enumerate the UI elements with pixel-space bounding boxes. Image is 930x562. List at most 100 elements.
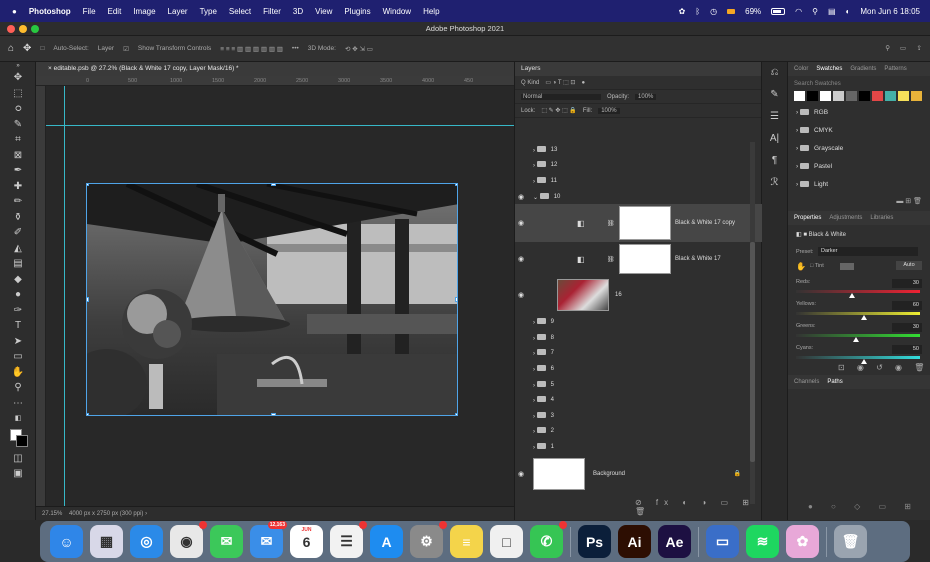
whatsapp-icon[interactable]: ✆ xyxy=(530,521,567,558)
visibility-eye-icon[interactable]: ◉ xyxy=(518,470,524,478)
system-preferences-icon[interactable]: ⚙ xyxy=(410,521,447,558)
visibility-eye-icon[interactable]: ◉ xyxy=(518,255,524,263)
swatch-actions[interactable]: ▬ ⊞ 🗑 xyxy=(788,193,930,211)
swatch-search[interactable]: Search Swatches xyxy=(788,76,930,91)
menu-image[interactable]: Image xyxy=(133,7,155,16)
properties-actions[interactable]: ⊡ ◉ ↺ ◉ 🗑 xyxy=(838,363,929,372)
layer-row[interactable]: › 5 xyxy=(515,377,763,393)
brush-tool-icon[interactable]: ✏ xyxy=(0,194,36,210)
after-effects-icon[interactable]: Ae xyxy=(658,525,691,558)
layer-row[interactable]: › 1 xyxy=(515,439,763,455)
finder-icon[interactable]: ☺ xyxy=(50,525,83,558)
menu-3d[interactable]: 3D xyxy=(293,7,303,16)
layer-row[interactable]: › 12 xyxy=(515,158,763,174)
opacity-input[interactable]: 100% xyxy=(635,93,657,100)
slider-knob[interactable] xyxy=(848,293,855,298)
preset-dropdown[interactable]: Darker xyxy=(818,247,918,256)
color-swatch[interactable] xyxy=(872,91,883,101)
layer-row[interactable]: ◉ ◧ ⛓ Black & White 17 copy xyxy=(515,204,763,243)
slider-value-input[interactable]: 30 xyxy=(892,323,922,332)
auto-select-checkbox[interactable]: □ xyxy=(40,45,44,52)
home-icon[interactable]: ⌂ xyxy=(8,43,14,54)
folder-icon[interactable]: › xyxy=(533,349,551,357)
menu-edit[interactable]: Edit xyxy=(108,7,122,16)
folder-icon[interactable]: › xyxy=(533,396,551,404)
transform-handle[interactable] xyxy=(455,413,457,415)
bluetooth-icon[interactable]: ᛒ xyxy=(695,7,700,16)
transform-handle[interactable] xyxy=(271,413,276,415)
tab-libraries[interactable]: Libraries xyxy=(870,215,893,221)
3d-mode-icons[interactable]: ⟲ ✥ ⇲ ▭ xyxy=(345,45,373,53)
slider-track[interactable] xyxy=(796,312,920,315)
menu-plugins[interactable]: Plugins xyxy=(344,7,370,16)
blend-mode-dropdown[interactable]: Normal xyxy=(521,93,601,100)
swatch-group-light[interactable]: › Light xyxy=(788,175,930,193)
record-icon[interactable] xyxy=(727,8,736,14)
slider-value-input[interactable]: 60 xyxy=(892,301,922,310)
transform-handle[interactable] xyxy=(87,297,89,302)
menu-view[interactable]: View xyxy=(315,7,332,16)
folder-icon[interactable]: ⌄ xyxy=(533,192,554,201)
more-tools-icon[interactable]: ⋯ xyxy=(0,396,36,412)
zoom-window-button[interactable] xyxy=(31,25,39,33)
show-transform-checkbox[interactable]: ☑ xyxy=(123,45,129,53)
align-icons[interactable]: ≡ ≡ ≡ ▥ ▥ ▥ ▥ ▥ ▥ xyxy=(220,45,283,53)
layer-row[interactable]: › 9 xyxy=(515,314,763,330)
layer-row[interactable]: › 4 xyxy=(515,392,763,408)
color-swatch[interactable] xyxy=(885,91,896,101)
filter-icons[interactable]: ▭ ◑ T ⬚ ⊡ xyxy=(545,79,575,86)
layer-row[interactable]: › 11 xyxy=(515,173,763,189)
color-swatch[interactable] xyxy=(911,91,922,101)
safari-icon[interactable]: ◎ xyxy=(130,525,163,558)
tab-adjustments[interactable]: Adjustments xyxy=(829,215,862,221)
color-swatch[interactable] xyxy=(820,91,831,101)
layer-row[interactable]: › 6 xyxy=(515,361,763,377)
tab-paths[interactable]: Paths xyxy=(827,379,842,385)
launchpad-icon[interactable]: ▦ xyxy=(90,525,123,558)
layer-row[interactable]: › 8 xyxy=(515,330,763,346)
spotify-icon[interactable]: ≋ xyxy=(746,525,779,558)
transform-handle[interactable] xyxy=(87,413,89,415)
gradient-tool-icon[interactable]: ▤ xyxy=(0,256,36,272)
transform-handle[interactable] xyxy=(87,184,89,186)
search-icon[interactable]: ⚲ xyxy=(885,44,890,52)
layer-actions-bar[interactable]: ⊘ fx ◐ ◑ ▭ ⊞ 🗑 xyxy=(635,498,761,516)
tab-patterns[interactable]: Patterns xyxy=(884,66,906,72)
folder-icon[interactable]: › xyxy=(533,364,551,373)
close-window-button[interactable] xyxy=(7,25,15,33)
rectangle-tool-icon[interactable]: ▭ xyxy=(0,349,36,365)
photoshop-icon[interactable]: Ps xyxy=(578,525,611,558)
tab-gradients[interactable]: Gradients xyxy=(850,66,876,72)
transform-handle[interactable] xyxy=(455,184,457,186)
wifi-icon[interactable]: ◠ xyxy=(795,7,802,16)
color-swatch[interactable] xyxy=(898,91,909,101)
guide-horizontal[interactable] xyxy=(46,125,514,126)
folder-icon[interactable]: › xyxy=(533,333,551,342)
notes-icon[interactable]: ≡ xyxy=(450,525,483,558)
close-tab-icon[interactable]: × xyxy=(48,65,52,72)
visibility-eye-icon[interactable]: ◉ xyxy=(518,291,524,299)
vertical-ruler[interactable] xyxy=(36,86,46,506)
app-store-icon[interactable]: A xyxy=(370,525,403,558)
eraser-icon[interactable]: ◭ xyxy=(0,241,36,257)
control-center-icon[interactable]: ▤ xyxy=(828,7,836,16)
layer-row[interactable]: ◉ ⌄ 10 xyxy=(515,189,763,205)
menu-help[interactable]: Help xyxy=(423,7,439,16)
auto-button[interactable]: Auto xyxy=(896,261,922,270)
blur-tool-icon[interactable]: ◆ xyxy=(0,272,36,288)
toolbar-collapse-icon[interactable]: » xyxy=(0,62,36,70)
apple-icon[interactable]: ● xyxy=(12,7,17,16)
folder-icon[interactable]: › xyxy=(533,427,551,435)
status-menu-icon[interactable]: › xyxy=(145,511,147,517)
lasso-tool-icon[interactable]: ഠ xyxy=(0,101,36,117)
targeted-adjustment-icon[interactable]: ✋ xyxy=(796,262,806,271)
trash-icon[interactable]: 🗑 xyxy=(834,525,867,558)
layer-mask-thumbnail[interactable] xyxy=(619,244,671,275)
color-swatch[interactable] xyxy=(807,91,818,101)
folder-icon[interactable]: › xyxy=(533,176,551,185)
swatch-search-input[interactable]: Search Swatches xyxy=(794,81,841,87)
color-swatch[interactable] xyxy=(846,91,857,101)
brush-settings-icon[interactable]: ✎ xyxy=(762,84,787,106)
reminders-icon[interactable]: ☰ xyxy=(330,521,367,558)
path-selection-icon[interactable]: ➤ xyxy=(0,334,36,350)
